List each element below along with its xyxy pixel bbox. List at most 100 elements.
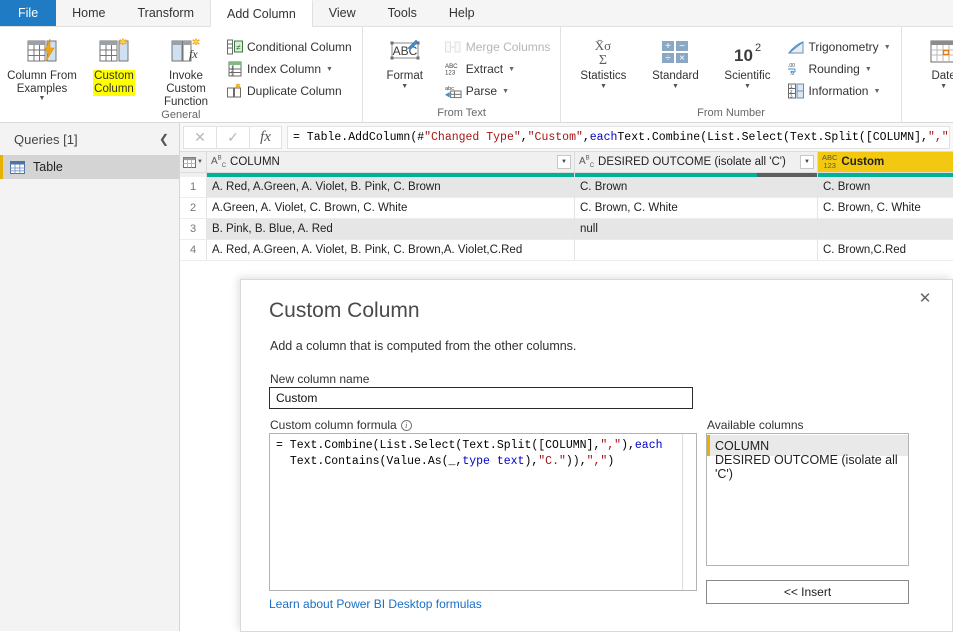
formula-token: "Changed Type"	[424, 130, 521, 144]
ribbon-group-from-text: ABC Format ▼ Merge Columns ABC 123 Extract ▼ abc…	[361, 27, 561, 122]
ribbon-group-body: Column From Examples ▼ Custom Column fx Invoke…	[0, 31, 362, 109]
ribbon-button-scientific[interactable]: 10 2 Scientific ▼	[711, 33, 783, 90]
available-column-item-1[interactable]: DESIRED OUTCOME (isolate all 'C')	[707, 453, 908, 481]
ribbon-button-information[interactable]: 1 2 3 Information ▼	[783, 80, 894, 102]
formula-token: "Custom"	[527, 130, 583, 144]
conditional-column-icon: ≠	[226, 39, 243, 56]
formula-accept-icon[interactable]: ✓	[216, 125, 249, 149]
queries-pane: Queries [1] ❮ Table	[0, 123, 180, 631]
column-from-examples-icon	[27, 36, 57, 68]
ribbon: Column From Examples ▼ Custom Column fx Invoke…	[0, 27, 953, 123]
table-cell[interactable]: B. Pink, B. Blue, A. Red	[207, 219, 575, 240]
ribbon-tab-add-column[interactable]: Add Column	[210, 0, 313, 27]
column-filter-dropdown-icon[interactable]: ▼	[557, 155, 571, 169]
ribbon-button-trigonometry[interactable]: Trigonometry ▼	[783, 36, 894, 58]
ribbon-group-label: From Date & Time	[902, 107, 953, 122]
ribbon-button-statistics[interactable]: X̄σ Σ Statistics ▼	[567, 33, 639, 90]
ribbon-button-conditional-column[interactable]: ≠ Conditional Column	[222, 36, 356, 58]
available-columns-list[interactable]: COLUMN DESIRED OUTCOME (isolate all 'C')	[706, 433, 909, 566]
ribbon-tab-home[interactable]: Home	[56, 0, 121, 26]
ribbon-button-invoke-custom-function[interactable]: fx Invoke Custom Function	[150, 33, 222, 109]
chevron-down-icon[interactable]: ▼	[873, 88, 880, 95]
ribbon-group-body: X̄σ Σ Statistics ▼ + − ÷ × Standard ▼ 10 2 Scientifi…	[561, 31, 900, 107]
table-cell[interactable]: A. Red, A.Green, A. Violet, B. Pink, C. …	[207, 240, 575, 261]
table-cell[interactable]: C. Brown	[575, 177, 818, 198]
formula-input[interactable]: = Table.AddColumn(# "Changed Type", "Cust…	[287, 125, 950, 149]
chevron-down-icon[interactable]: ▼	[401, 83, 408, 90]
table-cell[interactable]	[818, 219, 953, 240]
info-icon[interactable]: i	[400, 419, 412, 431]
ribbon-button-label: Extract	[465, 62, 504, 76]
parse-abc-icon: abc	[444, 83, 462, 100]
table-cell[interactable]: C. Brown, C. White	[818, 198, 953, 219]
chevron-down-icon[interactable]: ▼	[940, 83, 947, 90]
ribbon-button-label: Parse	[465, 84, 498, 98]
chevron-down-icon[interactable]: ▼	[744, 83, 751, 90]
query-item-table[interactable]: Table	[0, 155, 179, 179]
row-number: 4	[180, 240, 207, 261]
table-cell[interactable]: C. Brown, C. White	[575, 198, 818, 219]
chevron-down-icon[interactable]: ▼	[600, 83, 607, 90]
table-cell[interactable]: A. Red, A.Green, A. Violet, B. Pink, C. …	[207, 177, 575, 198]
ribbon-button-custom-column[interactable]: Custom Column	[78, 33, 150, 96]
chevron-down-icon[interactable]: ▼	[865, 66, 872, 73]
grid-corner-button[interactable]: ▼	[180, 152, 207, 173]
table-cell[interactable]: C. Brown,C.Red	[818, 240, 953, 261]
ribbon-button-parse[interactable]: abc Parse ▼	[441, 80, 555, 102]
table-row[interactable]: 2 A.Green, A. Violet, C. Brown, C. White C…	[180, 198, 953, 219]
chevron-down-icon[interactable]: ▼	[508, 66, 515, 73]
column-header-label: Custom	[841, 156, 885, 168]
dialog-close-icon[interactable]: ✕	[914, 288, 936, 308]
ribbon-small-button-column: Merge Columns ABC 123 Extract ▼ abc Parse ▼	[441, 33, 555, 102]
ribbon-button-label: Date	[931, 70, 953, 82]
ribbon-tab-tools[interactable]: Tools	[372, 0, 433, 26]
collapse-queries-icon[interactable]: ❮	[159, 132, 169, 146]
ribbon-button-label: Scientific	[724, 70, 771, 82]
ribbon-button-standard[interactable]: + − ÷ × Standard ▼	[639, 33, 711, 90]
ribbon-button-extract[interactable]: ABC 123 Extract ▼	[441, 58, 555, 80]
ribbon-button-label: Rounding	[808, 62, 860, 76]
table-cell[interactable]: C. Brown	[818, 177, 953, 198]
table-row[interactable]: 1 A. Red, A.Green, A. Violet, B. Pink, C.…	[180, 177, 953, 198]
ribbon-button-label: Index Column	[247, 62, 322, 76]
svg-text:÷: ÷	[666, 53, 672, 64]
statistics-sigma-icon: X̄σ Σ	[586, 36, 620, 68]
custom-column-formula-box[interactable]: = Text.Combine(List.Select(Text.Split([C…	[269, 433, 697, 591]
ribbon-button-label: Custom Column	[93, 70, 135, 96]
table-cell[interactable]: null	[575, 219, 818, 240]
any-type-icon: ABC 123	[822, 153, 838, 170]
table-cell[interactable]: A.Green, A. Violet, C. Brown, C. White	[207, 198, 575, 219]
formula-token: = Table.AddColumn(#	[293, 130, 425, 144]
chevron-down-icon[interactable]: ▼	[326, 66, 333, 73]
ribbon-tab-view[interactable]: View	[313, 0, 372, 26]
table-row[interactable]: 3 B. Pink, B. Blue, A. Red null	[180, 219, 953, 240]
new-column-name-input[interactable]: Custom	[269, 387, 693, 409]
column-header-2[interactable]: ABC123Custom▼	[818, 152, 953, 173]
ribbon-button-date[interactable]: Date ▼	[908, 33, 953, 90]
ribbon-button-index-column[interactable]: 1 2 3 Index Column ▼	[222, 58, 356, 80]
table-row[interactable]: 4 A. Red, A.Green, A. Violet, B. Pink, C.…	[180, 240, 953, 261]
ribbon-button-rounding[interactable]: .00.0 Rounding ▼	[783, 58, 894, 80]
column-header-0[interactable]: ABC COLUMN ▼	[207, 152, 575, 173]
ribbon-tab-help[interactable]: Help	[433, 0, 491, 26]
column-header-1[interactable]: ABC DESIRED OUTCOME (isolate all 'C') ▼	[575, 152, 818, 173]
formula-fx-icon[interactable]: fx	[249, 125, 282, 149]
insert-button[interactable]: << Insert	[706, 580, 909, 604]
formula-cancel-icon[interactable]: ✕	[183, 125, 216, 149]
custom-column-formula-text[interactable]: = Text.Combine(List.Select(Text.Split([C…	[270, 434, 682, 590]
dialog-subtitle: Add a column that is computed from the o…	[270, 339, 577, 353]
chevron-down-icon[interactable]: ▼	[502, 88, 509, 95]
ribbon-button-duplicate-column[interactable]: Duplicate Column	[222, 80, 356, 102]
ribbon-tab-transform[interactable]: Transform	[122, 0, 211, 26]
ribbon-button-column-from-examples[interactable]: Column From Examples ▼	[6, 33, 78, 102]
table-cell[interactable]	[575, 240, 818, 261]
learn-formulas-link[interactable]: Learn about Power BI Desktop formulas	[269, 597, 482, 611]
ribbon-tab-file[interactable]: File	[0, 0, 57, 26]
chevron-down-icon[interactable]: ▼	[884, 44, 891, 51]
formula-token: ,	[520, 130, 528, 144]
chevron-down-icon[interactable]: ▼	[672, 83, 679, 90]
chevron-down-icon[interactable]: ▼	[39, 95, 46, 102]
formula-scrollbar[interactable]	[682, 434, 696, 590]
ribbon-button-format[interactable]: ABC Format ▼	[369, 33, 441, 90]
column-filter-dropdown-icon[interactable]: ▼	[800, 155, 814, 169]
